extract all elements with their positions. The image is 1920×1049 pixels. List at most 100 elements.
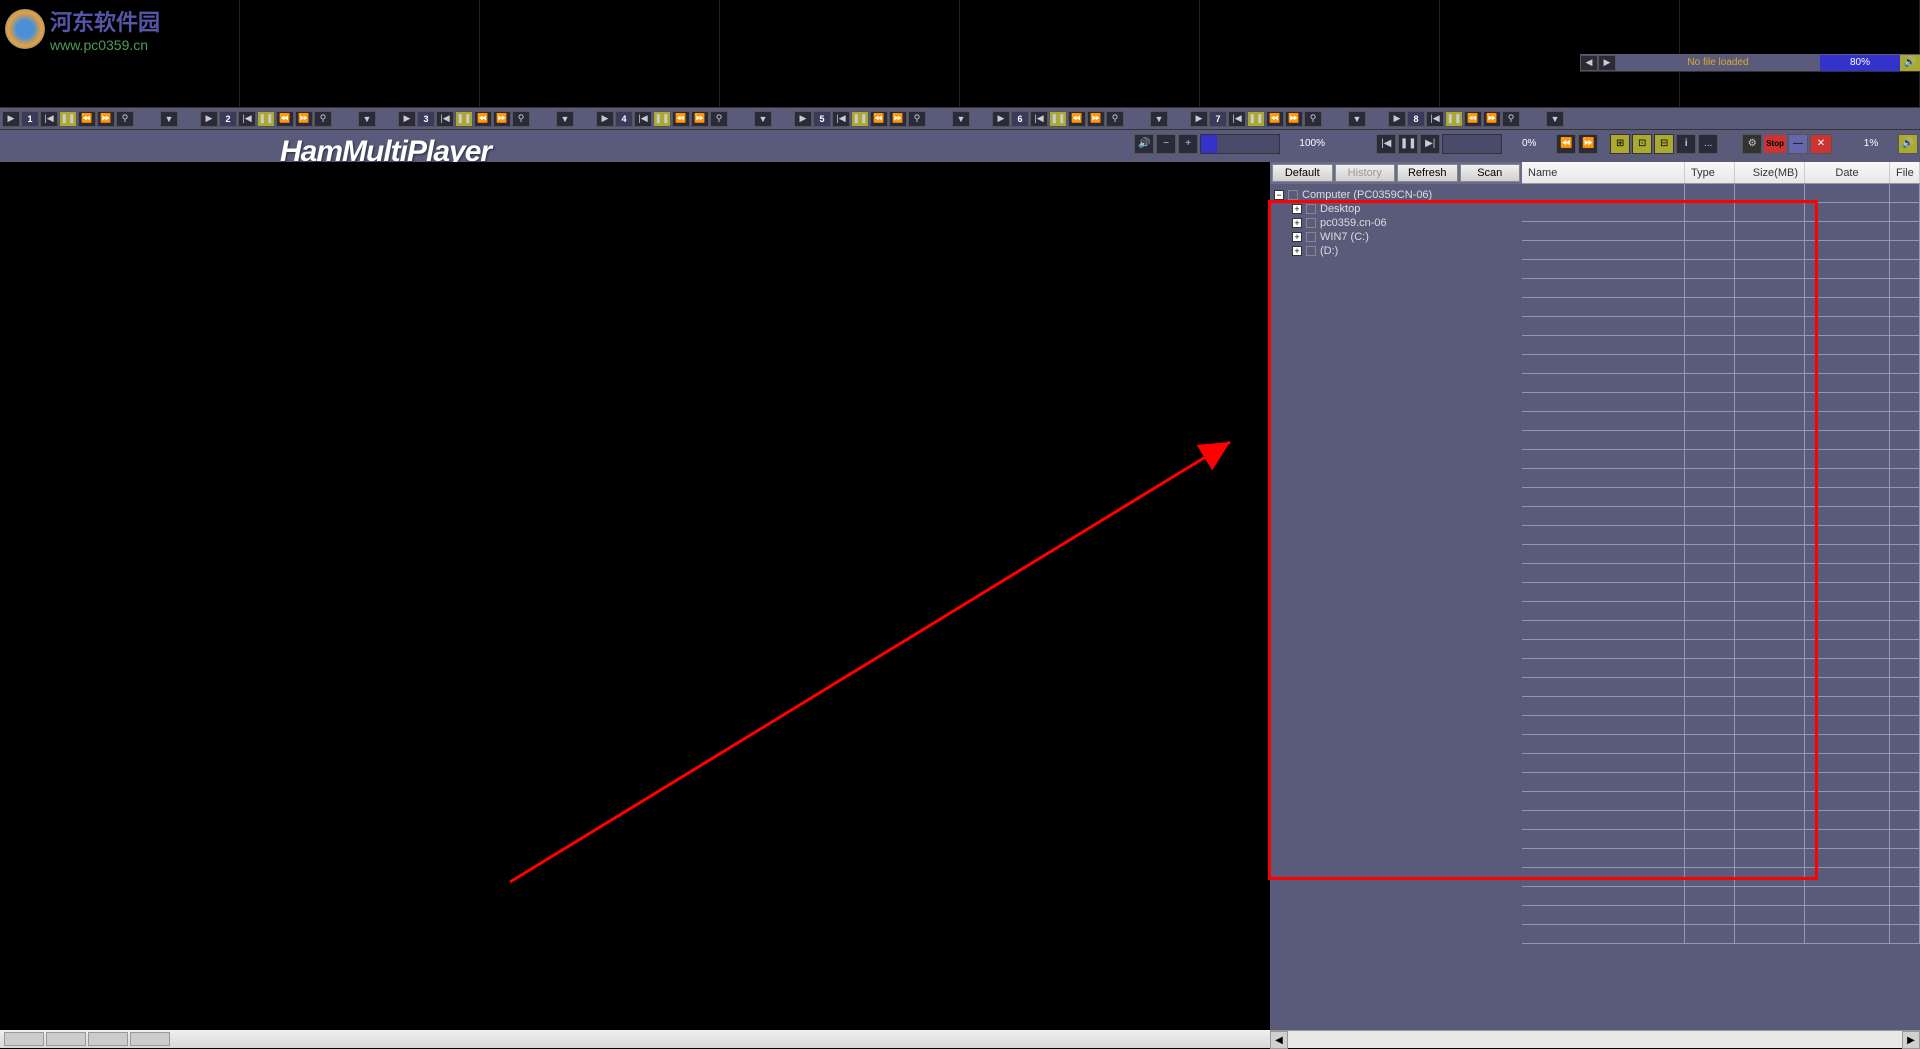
list-row[interactable] — [1522, 849, 1920, 868]
list-row[interactable] — [1522, 298, 1920, 317]
list-row[interactable] — [1522, 583, 1920, 602]
list-row[interactable] — [1522, 203, 1920, 222]
player-number[interactable]: 3 — [417, 111, 435, 127]
list-row[interactable] — [1522, 184, 1920, 203]
forward-button[interactable]: ⏩ — [493, 111, 511, 127]
settings-icon[interactable]: ⚙ — [1742, 134, 1762, 154]
search-button[interactable]: ⚲ — [1304, 111, 1322, 127]
skip-start-button[interactable]: |◀ — [1228, 111, 1246, 127]
file-prev-button[interactable]: ◀ — [1580, 55, 1598, 71]
skip-start-button[interactable]: |◀ — [1376, 134, 1396, 154]
default-button[interactable]: Default — [1272, 164, 1333, 182]
play-button[interactable]: ▶ — [398, 111, 416, 127]
rewind-button[interactable]: ⏪ — [1464, 111, 1482, 127]
rewind-button[interactable]: ⏪ — [1068, 111, 1086, 127]
stop-button[interactable]: Stop — [1764, 135, 1786, 153]
preview-cell[interactable] — [960, 0, 1200, 107]
layout3-icon[interactable]: ⊟ — [1654, 134, 1674, 154]
list-row[interactable] — [1522, 621, 1920, 640]
list-row[interactable] — [1522, 431, 1920, 450]
list-row[interactable] — [1522, 355, 1920, 374]
scroll-track[interactable] — [1288, 1031, 1902, 1048]
pause-button[interactable]: ❚❚ — [455, 111, 473, 127]
rewind-button[interactable]: ⏪ — [276, 111, 294, 127]
dropdown-button[interactable]: ▼ — [1150, 111, 1168, 127]
list-row[interactable] — [1522, 811, 1920, 830]
minimize-button[interactable]: — — [1788, 134, 1808, 154]
play-button[interactable]: ▶ — [2, 111, 20, 127]
more-button[interactable]: ... — [1698, 134, 1718, 154]
layout2-icon[interactable]: ⊡ — [1632, 134, 1652, 154]
play-button[interactable]: ▶ — [1190, 111, 1208, 127]
list-body[interactable] — [1522, 184, 1920, 1030]
preview-cell[interactable] — [240, 0, 480, 107]
player-number[interactable]: 5 — [813, 111, 831, 127]
player-number[interactable]: 2 — [219, 111, 237, 127]
list-row[interactable] — [1522, 678, 1920, 697]
expand-icon[interactable]: − — [1274, 190, 1284, 200]
dropdown-button[interactable]: ▼ — [952, 111, 970, 127]
search-button[interactable]: ⚲ — [512, 111, 530, 127]
list-row[interactable] — [1522, 222, 1920, 241]
col-file[interactable]: File — [1890, 162, 1920, 183]
forward-button[interactable]: ⏩ — [1285, 111, 1303, 127]
col-date[interactable]: Date — [1805, 162, 1890, 183]
dropdown-button[interactable]: ▼ — [1546, 111, 1564, 127]
vol-minus-button[interactable]: − — [1156, 134, 1176, 154]
player-number[interactable]: 4 — [615, 111, 633, 127]
rewind-button[interactable]: ⏪ — [78, 111, 96, 127]
checkbox-icon[interactable] — [1288, 190, 1298, 200]
checkbox-icon[interactable] — [1306, 204, 1316, 214]
search-button[interactable]: ⚲ — [1502, 111, 1520, 127]
close-button[interactable]: ✕ — [1810, 134, 1832, 154]
skip-start-button[interactable]: |◀ — [1030, 111, 1048, 127]
list-row[interactable] — [1522, 735, 1920, 754]
checkbox-icon[interactable] — [1306, 246, 1316, 256]
tree-root[interactable]: − Computer (PC0359CN-06) — [1274, 188, 1518, 202]
pause-all-button[interactable]: ❚❚ — [1398, 134, 1418, 154]
list-row[interactable] — [1522, 393, 1920, 412]
list-row[interactable] — [1522, 602, 1920, 621]
dropdown-button[interactable]: ▼ — [754, 111, 772, 127]
pause-button[interactable]: ❚❚ — [257, 111, 275, 127]
list-row[interactable] — [1522, 830, 1920, 849]
list-row[interactable] — [1522, 906, 1920, 925]
play-button[interactable]: ▶ — [200, 111, 218, 127]
list-row[interactable] — [1522, 754, 1920, 773]
taskbar-item[interactable] — [4, 1032, 44, 1046]
scroll-left-icon[interactable]: ◀ — [1270, 1031, 1288, 1049]
forward-button[interactable]: ⏩ — [889, 111, 907, 127]
file-speaker-icon[interactable]: 🔊 — [1900, 55, 1920, 71]
dropdown-button[interactable]: ▼ — [358, 111, 376, 127]
col-size[interactable]: Size(MB) — [1735, 162, 1805, 183]
forward-button[interactable]: ⏩ — [97, 111, 115, 127]
pause-button[interactable]: ❚❚ — [1247, 111, 1265, 127]
taskbar-item[interactable] — [88, 1032, 128, 1046]
pause-button[interactable]: ❚❚ — [653, 111, 671, 127]
expand-icon[interactable]: + — [1292, 204, 1302, 214]
list-row[interactable] — [1522, 507, 1920, 526]
skip-start-button[interactable]: |◀ — [436, 111, 454, 127]
tree-node[interactable]: +WIN7 (C:) — [1292, 230, 1518, 244]
list-row[interactable] — [1522, 317, 1920, 336]
skip-start-button[interactable]: |◀ — [832, 111, 850, 127]
video-area[interactable] — [0, 162, 1270, 1030]
search-button[interactable]: ⚲ — [116, 111, 134, 127]
scroll-right-icon[interactable]: ▶ — [1902, 1031, 1920, 1049]
list-row[interactable] — [1522, 868, 1920, 887]
pause-button[interactable]: ❚❚ — [1049, 111, 1067, 127]
dropdown-button[interactable]: ▼ — [1348, 111, 1366, 127]
info-button[interactable]: i — [1676, 134, 1696, 154]
skip-start-button[interactable]: |◀ — [634, 111, 652, 127]
list-row[interactable] — [1522, 659, 1920, 678]
list-row[interactable] — [1522, 412, 1920, 431]
rewind-all-button[interactable]: ⏪ — [1556, 134, 1576, 154]
forward-button[interactable]: ⏩ — [1483, 111, 1501, 127]
expand-icon[interactable]: + — [1292, 232, 1302, 242]
play-button[interactable]: ▶ — [1388, 111, 1406, 127]
skip-start-button[interactable]: |◀ — [1426, 111, 1444, 127]
list-row[interactable] — [1522, 640, 1920, 659]
rewind-button[interactable]: ⏪ — [474, 111, 492, 127]
tree-node[interactable]: +(D:) — [1292, 244, 1518, 258]
position-slider[interactable] — [1442, 134, 1502, 154]
